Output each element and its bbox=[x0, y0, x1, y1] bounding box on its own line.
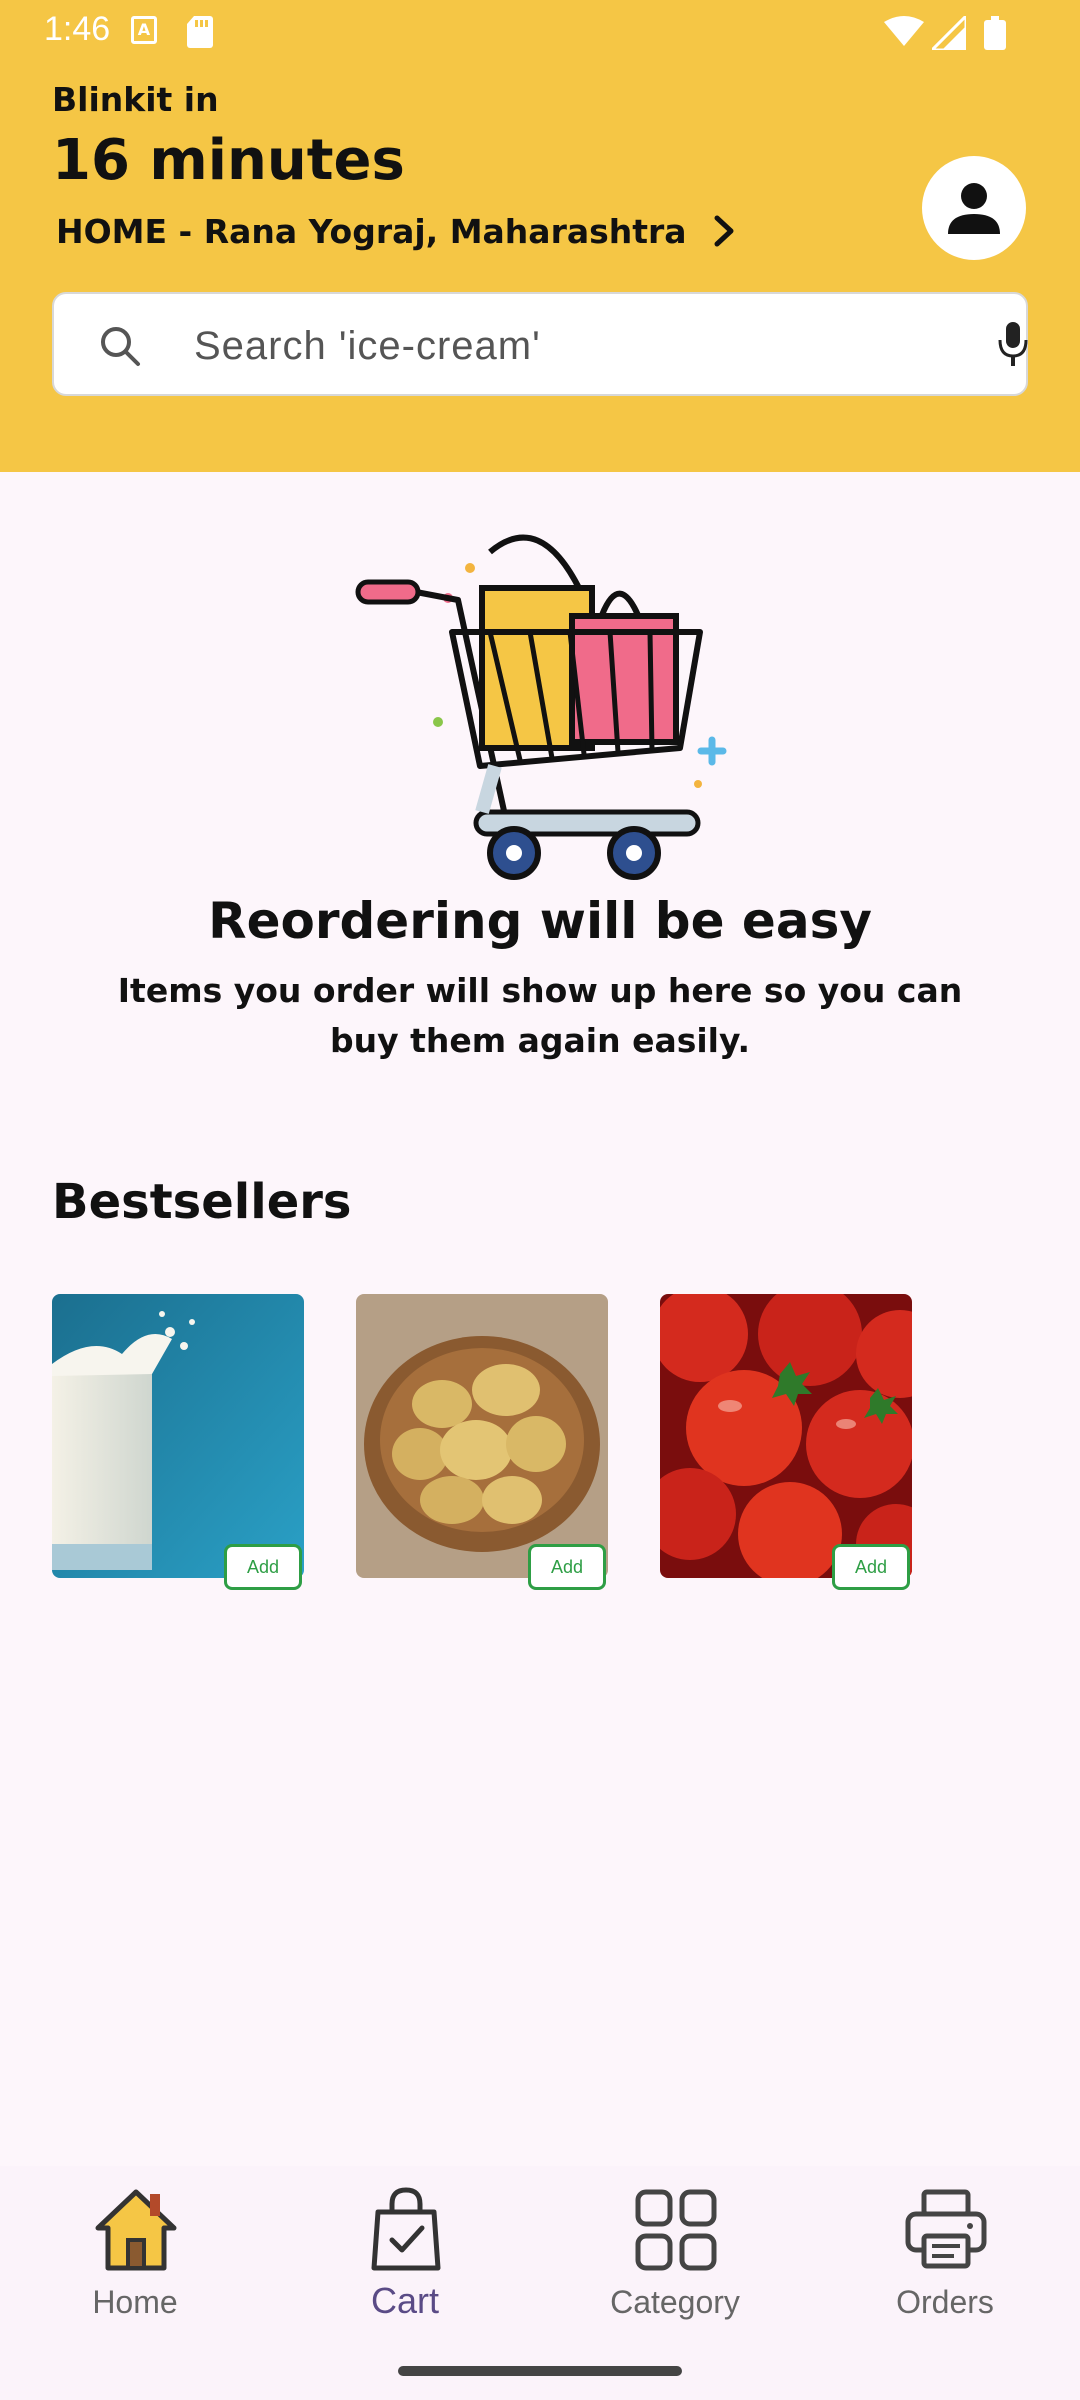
nav-category-label: Category bbox=[610, 2284, 740, 2320]
search-input[interactable] bbox=[194, 316, 954, 376]
nav-orders-label: Orders bbox=[896, 2284, 994, 2320]
printer-icon bbox=[905, 2189, 987, 2269]
add-button-potatoes[interactable]: Add bbox=[528, 1544, 606, 1590]
home-indicator[interactable] bbox=[398, 2366, 682, 2376]
product-card-tomatoes[interactable] bbox=[660, 1294, 912, 1578]
nav-home-label: Home bbox=[92, 2284, 178, 2320]
notification-a-icon: A bbox=[131, 16, 157, 44]
bottom-navigation: Home Cart Category Orders bbox=[0, 2166, 1080, 2400]
category-icon bbox=[635, 2189, 717, 2271]
sd-card-icon bbox=[187, 16, 213, 48]
person-icon bbox=[948, 183, 1000, 234]
delivery-eta-value: 16 minutes bbox=[52, 128, 405, 193]
nav-cart-label: Cart bbox=[370, 2280, 439, 2321]
add-button-milk[interactable]: Add bbox=[224, 1544, 302, 1590]
profile-button[interactable] bbox=[922, 156, 1026, 260]
nav-home[interactable]: Home bbox=[0, 2166, 270, 2366]
mic-icon[interactable] bbox=[996, 320, 1030, 368]
status-time: 1:46 bbox=[44, 10, 111, 48]
battery-icon bbox=[984, 16, 1006, 50]
signal-icon bbox=[932, 16, 966, 50]
milk-image bbox=[52, 1294, 304, 1578]
status-bar: 1:46 A bbox=[0, 0, 1080, 62]
search-bar[interactable] bbox=[52, 292, 1028, 396]
cart-icon bbox=[371, 2187, 441, 2271]
wifi-icon bbox=[884, 16, 924, 46]
empty-state-subtitle: Items you order will show up here so you… bbox=[117, 971, 963, 1060]
address-text: HOME - Rana Yograj, Maharashtra bbox=[56, 211, 687, 251]
bestsellers-heading: Bestsellers bbox=[52, 1174, 352, 1230]
home-icon bbox=[95, 2189, 177, 2271]
delivery-eta-label: Blinkit in bbox=[52, 80, 219, 119]
tomatoes-image bbox=[660, 1294, 912, 1578]
potatoes-image bbox=[356, 1294, 608, 1578]
empty-state-title: Reordering will be easy bbox=[208, 892, 872, 950]
product-card-milk[interactable] bbox=[52, 1294, 304, 1578]
nav-orders[interactable]: Orders bbox=[810, 2166, 1080, 2366]
nav-category[interactable]: Category bbox=[540, 2166, 810, 2366]
nav-cart[interactable]: Cart bbox=[270, 2166, 540, 2366]
product-card-potatoes[interactable] bbox=[356, 1294, 608, 1578]
search-icon bbox=[101, 327, 140, 366]
add-button-tomatoes[interactable]: Add bbox=[832, 1544, 910, 1590]
address-selector[interactable]: HOME - Rana Yograj, Maharashtra bbox=[56, 210, 745, 252]
chevron-right-icon bbox=[714, 215, 734, 247]
shopping-cart-illustration bbox=[355, 534, 727, 880]
